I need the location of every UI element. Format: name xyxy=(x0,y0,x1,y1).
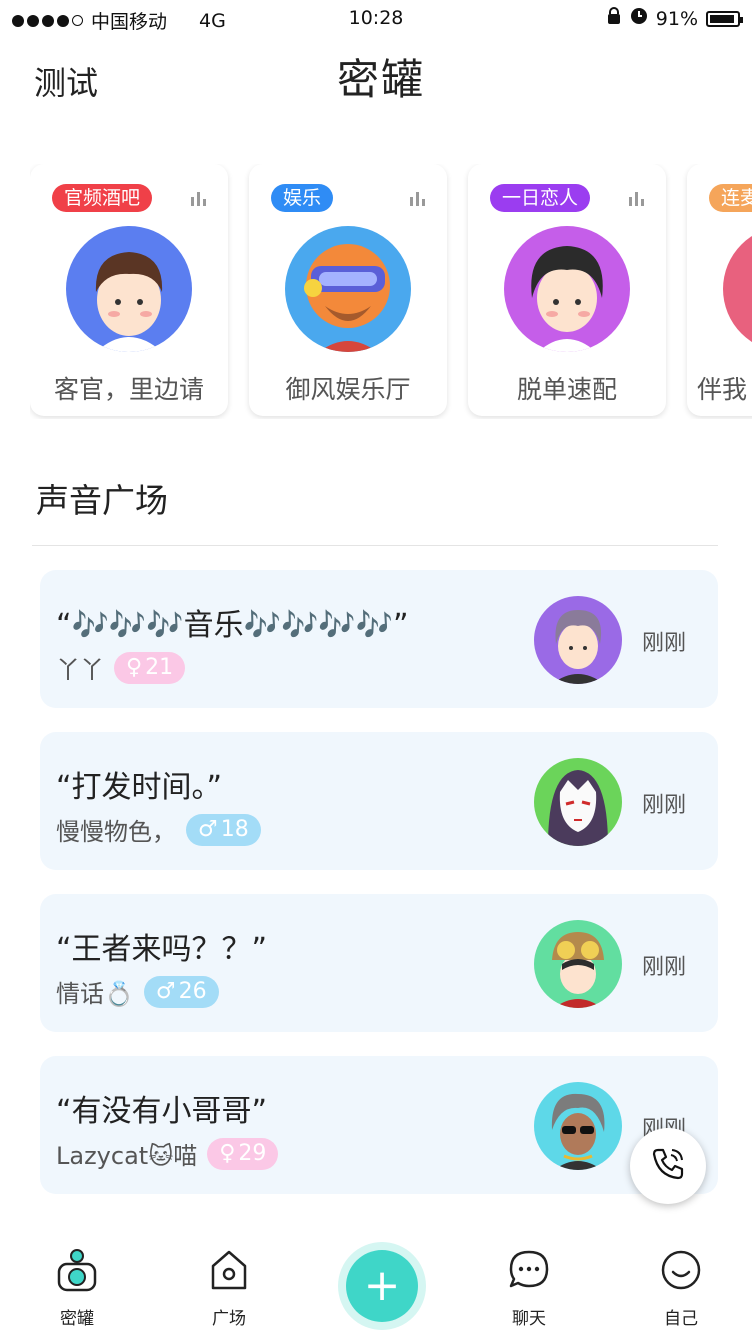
audio-bars-icon xyxy=(410,192,425,206)
post-user: 情话💍 xyxy=(56,980,134,1008)
room-tag: 官频酒吧 xyxy=(52,184,153,212)
post-title: “王者来吗？？” xyxy=(56,932,268,967)
post-meta: 慢慢物色， ♂ 18 xyxy=(56,812,261,847)
battery-percent: 91% xyxy=(655,7,698,30)
room-card[interactable]: 官频酒吧 客官，里边请 xyxy=(30,164,228,416)
room-tag: 一日恋人 xyxy=(490,184,591,212)
post-avatar[interactable] xyxy=(534,596,622,684)
tab-square[interactable]: 广场 xyxy=(174,1248,284,1329)
status-bar: 中国移动 4G 10:28 91% xyxy=(0,0,752,38)
audio-bars-icon xyxy=(191,192,206,206)
tab-label: 聊天 xyxy=(512,1309,546,1329)
tab-chat[interactable]: 聊天 xyxy=(474,1248,584,1329)
post-title: “有没有小哥哥” xyxy=(56,1094,268,1129)
post-time: 刚刚 xyxy=(642,793,687,818)
post-avatar[interactable] xyxy=(534,920,622,1008)
post-time: 刚刚 xyxy=(642,631,687,656)
gender-age-badge: ♂ 26 xyxy=(143,975,219,1008)
post-avatar[interactable] xyxy=(534,758,622,846)
post-card[interactable]: “🎶🎶🎶音乐🎶🎶🎶🎶” 丫丫 ♀ 21 刚刚 xyxy=(40,570,718,708)
page-title: 密罐 xyxy=(336,55,425,104)
chat-bubble-icon xyxy=(507,1248,551,1292)
gender-age-badge: ♂ 18 xyxy=(186,813,261,846)
tab-home[interactable]: 密罐 xyxy=(22,1248,132,1329)
female-icon: ♀ xyxy=(126,654,143,680)
post-user: 慢慢物色， xyxy=(56,818,176,846)
status-right: 91% xyxy=(606,7,743,30)
audio-bars-icon xyxy=(629,192,644,206)
male-icon: ♂ xyxy=(155,978,176,1004)
room-tag: 娱乐 xyxy=(271,184,334,212)
post-avatar[interactable] xyxy=(534,1082,622,1170)
tab-label: 自己 xyxy=(664,1309,698,1329)
gender-age-badge: ♀ 21 xyxy=(114,651,186,684)
post-card[interactable]: “有没有小哥哥” Lazycat🐱喵 ♀29 刚刚 xyxy=(40,1056,718,1194)
tab-bar: 密罐 广场 + 聊天 自己 xyxy=(0,1232,752,1334)
room-tag: 连麦 xyxy=(709,184,752,212)
post-meta: Lazycat🐱喵 ♀ 29 xyxy=(56,1136,279,1171)
post-user: 丫丫 xyxy=(56,656,104,684)
room-card[interactable]: 连麦 伴我 xyxy=(687,164,752,416)
divider xyxy=(32,545,718,546)
room-name: 伴我 xyxy=(697,375,748,404)
orientation-lock-icon xyxy=(606,7,622,30)
female-icon: ♀ xyxy=(219,1140,236,1166)
phone-icon xyxy=(648,1144,688,1188)
age-value: 29 xyxy=(238,1140,267,1166)
smile-icon xyxy=(659,1248,703,1292)
section-title: 声音广场 xyxy=(36,481,168,520)
room-avatar xyxy=(723,226,752,352)
alarm-icon xyxy=(630,7,648,30)
room-avatar xyxy=(504,226,630,352)
age-value: 21 xyxy=(145,654,174,680)
room-name: 脱单速配 xyxy=(516,375,617,404)
post-user: Lazycat🐱喵 xyxy=(56,1142,198,1170)
room-card[interactable]: 娱乐 御风娱乐厅 xyxy=(249,164,447,416)
post-time: 刚刚 xyxy=(642,955,687,980)
post-title: “🎶🎶🎶音乐🎶🎶🎶🎶” xyxy=(56,608,409,643)
post-meta: 丫丫 ♀ 21 xyxy=(56,650,186,685)
jar-icon xyxy=(55,1248,99,1292)
room-card[interactable]: 一日恋人 脱单速配 xyxy=(468,164,666,416)
male-icon: ♂ xyxy=(198,816,218,842)
plus-icon: + xyxy=(346,1250,418,1322)
home-icon xyxy=(207,1248,251,1292)
room-avatar xyxy=(285,226,411,352)
add-button[interactable]: + xyxy=(338,1242,426,1330)
post-meta: 情话💍 ♂ 26 xyxy=(56,974,219,1009)
room-avatar xyxy=(66,226,192,352)
post-card[interactable]: “王者来吗？？” 情话💍 ♂ 26 刚刚 xyxy=(40,894,718,1032)
room-name: 客官，里边请 xyxy=(53,375,204,404)
room-name: 御风娱乐厅 xyxy=(285,375,411,404)
tab-label: 广场 xyxy=(212,1309,246,1329)
room-carousel[interactable]: 官频酒吧 客官，里边请 娱乐 御风娱乐厅 一日恋人 脱单速配 连麦 伴我 xyxy=(30,164,752,419)
tab-label: 密罐 xyxy=(60,1309,94,1329)
age-value: 18 xyxy=(220,816,249,842)
battery-icon xyxy=(706,10,743,27)
tab-me[interactable]: 自己 xyxy=(626,1248,736,1329)
call-button[interactable] xyxy=(630,1128,706,1204)
age-value: 26 xyxy=(178,978,207,1004)
gender-age-badge: ♀ 29 xyxy=(207,1137,279,1170)
post-title: “打发时间。” xyxy=(56,770,223,805)
post-card[interactable]: “打发时间。” 慢慢物色， ♂ 18 刚刚 xyxy=(40,732,718,870)
